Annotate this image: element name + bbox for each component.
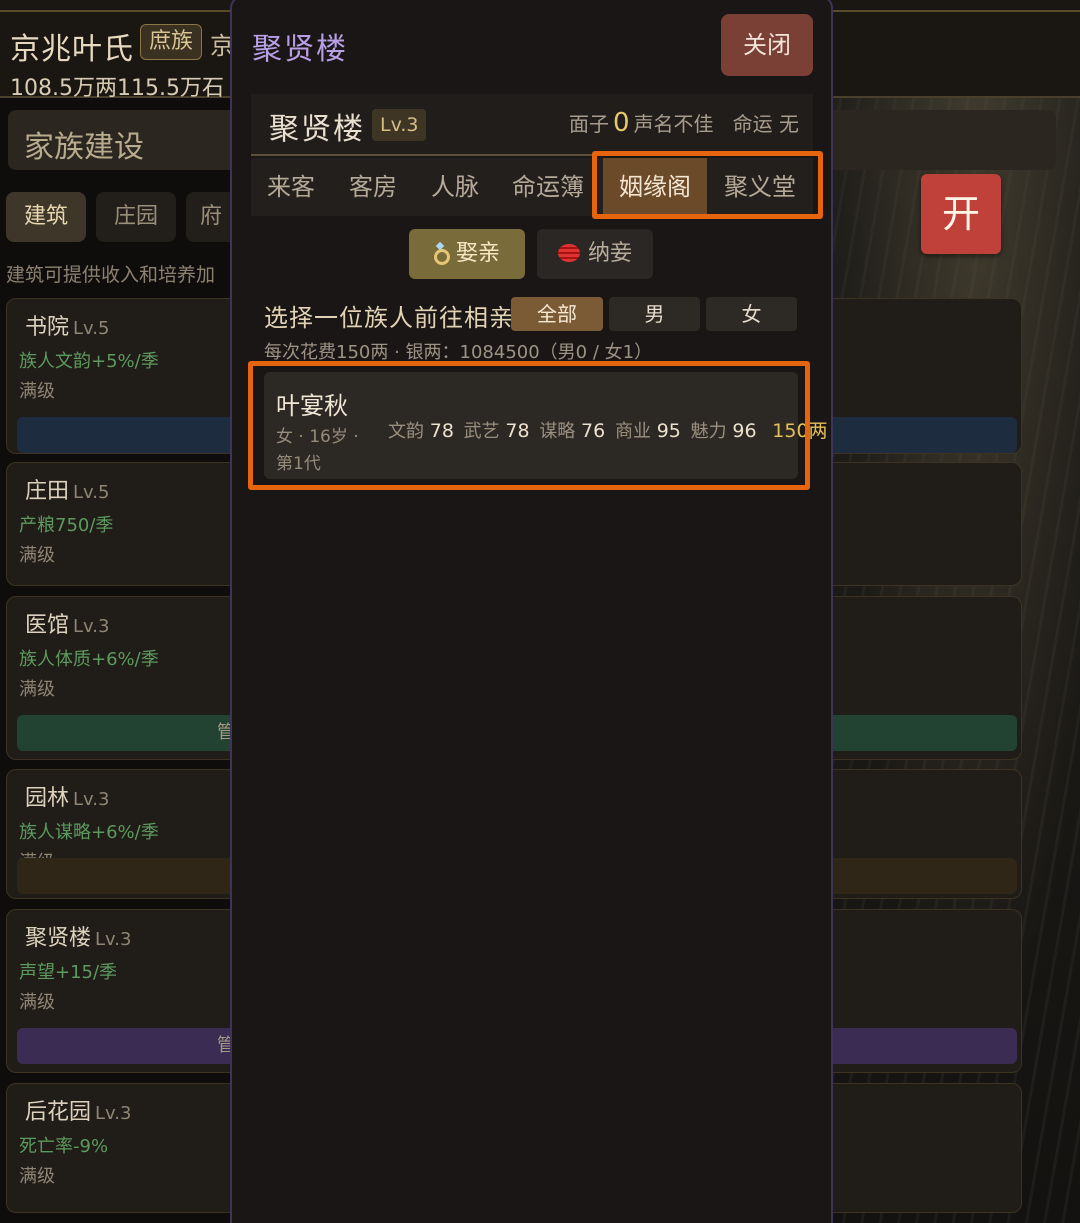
face-value: 0 xyxy=(613,108,630,138)
building-level: Lv.3 xyxy=(73,616,110,637)
stat-value-charm: 96 xyxy=(732,420,757,442)
tab-connections[interactable]: 人脉 xyxy=(415,158,495,216)
concubine-mode-button[interactable]: 纳妾 xyxy=(537,229,653,279)
lantern-icon xyxy=(557,244,580,262)
buildings-hint: 建筑可提供收入和培养加 xyxy=(6,264,216,286)
section-title: 家族建设 xyxy=(24,130,144,165)
building-effect: 族人谋略+6%/季 xyxy=(19,822,159,843)
member-meta: 女 · 16岁 · xyxy=(276,427,359,447)
member-cost: 150两 xyxy=(772,420,828,442)
filter-female[interactable]: 女 xyxy=(706,297,797,331)
modal-title: 聚贤楼 xyxy=(252,32,348,67)
member-name: 叶宴秋 xyxy=(276,392,348,420)
building-name: 庄田 Lv.5 xyxy=(25,479,110,504)
building-effect: 族人体质+6%/季 xyxy=(19,649,159,670)
building-name: 聚贤楼 Lv.3 xyxy=(25,926,132,951)
cost-info: 每次花费150两 · 银两：1084500（男0 / 女1） xyxy=(264,342,653,363)
resource-stats: 108.5万两115.5万石 xyxy=(10,76,224,101)
member-card[interactable]: 叶宴秋 女 · 16岁 · 第1代 文韵 78 武艺 78 谋略 76 商业 9… xyxy=(264,372,828,479)
ring-icon xyxy=(433,243,450,265)
building-header: 聚贤楼 Lv.3 面子 0 声名不佳 命运 无 xyxy=(251,94,813,156)
stat-label-charm: 魅力 xyxy=(690,421,727,442)
select-member-prompt: 选择一位族人前往相亲 xyxy=(264,304,514,332)
fate-value: 无 xyxy=(779,112,799,136)
tab-guests[interactable]: 来客 xyxy=(251,158,331,216)
tab-buildings[interactable]: 建筑 xyxy=(6,192,86,242)
reputation-status: 声名不佳 xyxy=(633,112,714,136)
open-button[interactable]: 开 xyxy=(921,174,1001,254)
building-name: 医馆 Lv.3 xyxy=(25,613,110,638)
member-generation: 第1代 xyxy=(276,454,321,474)
building-level: Lv.3 xyxy=(95,1103,132,1124)
building-effect: 死亡率-9% xyxy=(19,1136,109,1157)
stat-label-literary: 文韵 xyxy=(388,421,424,442)
tab-brotherhood[interactable]: 聚义堂 xyxy=(707,158,813,216)
face-label: 面子 xyxy=(569,112,610,136)
building-status: 满级 xyxy=(19,545,55,566)
stat-value-business: 95 xyxy=(656,420,681,442)
building-level: Lv.5 xyxy=(73,318,110,339)
stat-label-business: 商业 xyxy=(614,421,651,442)
tab-matchmaking[interactable]: 姻缘阁 xyxy=(603,158,707,216)
building-level-badge: Lv.3 xyxy=(372,109,427,141)
stat-label-martial: 武艺 xyxy=(463,421,500,442)
filter-male[interactable]: 男 xyxy=(609,297,700,331)
building-effect: 产粮750/季 xyxy=(19,515,114,536)
stat-value-martial: 78 xyxy=(505,420,530,442)
tab-rooms[interactable]: 客房 xyxy=(333,158,413,216)
building-name: 后花园 Lv.3 xyxy=(25,1100,132,1125)
modal-tab-bar: 来客 客房 人脉 命运簿 姻缘阁 聚义堂 xyxy=(251,158,813,216)
tab-manor[interactable]: 庄园 xyxy=(96,192,176,242)
building-name: 园林 Lv.3 xyxy=(25,786,110,811)
building-name: 聚贤楼 xyxy=(269,112,365,147)
filter-all[interactable]: 全部 xyxy=(511,297,603,331)
building-status: 满级 xyxy=(19,381,55,402)
building-status: 满级 xyxy=(19,992,55,1013)
stat-value-strategy: 76 xyxy=(581,420,606,442)
stat-label-strategy: 谋略 xyxy=(539,421,576,442)
marry-mode-button[interactable]: 娶亲 xyxy=(409,229,525,279)
fate-label: 命运 xyxy=(732,112,773,136)
close-button[interactable]: 关闭 xyxy=(721,14,813,76)
building-effect: 族人文韵+5%/季 xyxy=(19,351,159,372)
tab-fate-book[interactable]: 命运簿 xyxy=(497,158,599,216)
building-status: 满级 xyxy=(19,1166,55,1187)
building-status: 满级 xyxy=(19,679,55,700)
member-stats: 文韵 78 武艺 78 谋略 76 商业 95 魅力 96 150两 xyxy=(388,416,828,443)
building-level: Lv.3 xyxy=(95,929,132,950)
family-name: 京兆叶氏 xyxy=(10,32,134,67)
building-stats: 面子 0 声名不佳 命运 无 xyxy=(569,108,799,138)
stat-value-literary: 78 xyxy=(429,420,454,442)
talent-hall-modal: 聚贤楼 关闭 聚贤楼 Lv.3 面子 0 声名不佳 命运 无 来客 客房 人脉 命运… xyxy=(230,0,833,1223)
building-level: Lv.5 xyxy=(73,482,110,503)
building-name: 书院 Lv.5 xyxy=(25,315,110,340)
building-level: Lv.3 xyxy=(73,789,110,810)
family-rank-badge: 庶族 xyxy=(140,24,203,60)
building-effect: 声望+15/季 xyxy=(19,962,118,983)
